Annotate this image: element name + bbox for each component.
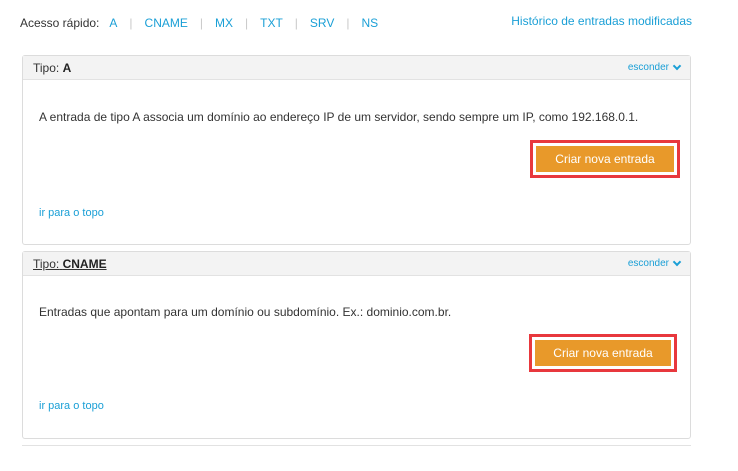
chevron-down-icon [672,257,682,266]
chevron-down-icon [672,61,682,70]
back-to-top-link[interactable]: ir para o topo [39,400,104,412]
quick-access-label: Acesso rápido: [20,16,100,30]
type-label: Tipo: [33,60,60,75]
quick-separator: | [346,16,350,30]
highlight-frame: Criar nova entrada [530,140,680,178]
quick-link-txt[interactable]: TXT [260,16,283,30]
create-entry-button[interactable]: Criar nova entrada [535,340,671,366]
panel-header: Tipo: CNAME esconder [23,252,690,276]
quick-link-cname[interactable]: CNAME [145,16,188,30]
type-value: A [62,60,72,75]
quick-separator: | [245,16,249,30]
panel-title: Tipo: CNAME [33,257,107,271]
create-entry-button[interactable]: Criar nova entrada [536,146,674,172]
divider [22,445,691,446]
quick-access-bar: Acesso rápido: A | CNAME | MX | TXT | SR… [20,14,692,32]
panel-description: Entradas que apontam para um domínio ou … [39,305,452,319]
panel-type-a: Tipo: A esconder A entrada de tipo A ass… [22,55,691,245]
panel-header: Tipo: A esconder [23,56,690,80]
type-value: CNAME [62,256,107,271]
hide-toggle-label: esconder [627,62,669,73]
quick-link-mx[interactable]: MX [215,16,233,30]
back-to-top-link[interactable]: ir para o topo [39,207,104,219]
quick-link-srv[interactable]: SRV [310,16,334,30]
type-label: Tipo: [33,256,60,271]
hide-toggle[interactable]: esconder [627,61,682,73]
highlight-frame: Criar nova entrada [529,334,677,372]
quick-separator: | [294,16,298,30]
history-link[interactable]: Histórico de entradas modificadas [511,14,692,28]
quick-separator: | [199,16,203,30]
panel-description: A entrada de tipo A associa um domínio a… [39,110,639,124]
quick-link-a[interactable]: A [109,16,117,30]
quick-link-ns[interactable]: NS [362,16,379,30]
panel-type-cname: Tipo: CNAME esconder Entradas que aponta… [22,251,691,439]
hide-toggle[interactable]: esconder [627,257,682,269]
panel-title: Tipo: A [33,61,71,75]
quick-separator: | [129,16,133,30]
hide-toggle-label: esconder [627,258,669,269]
